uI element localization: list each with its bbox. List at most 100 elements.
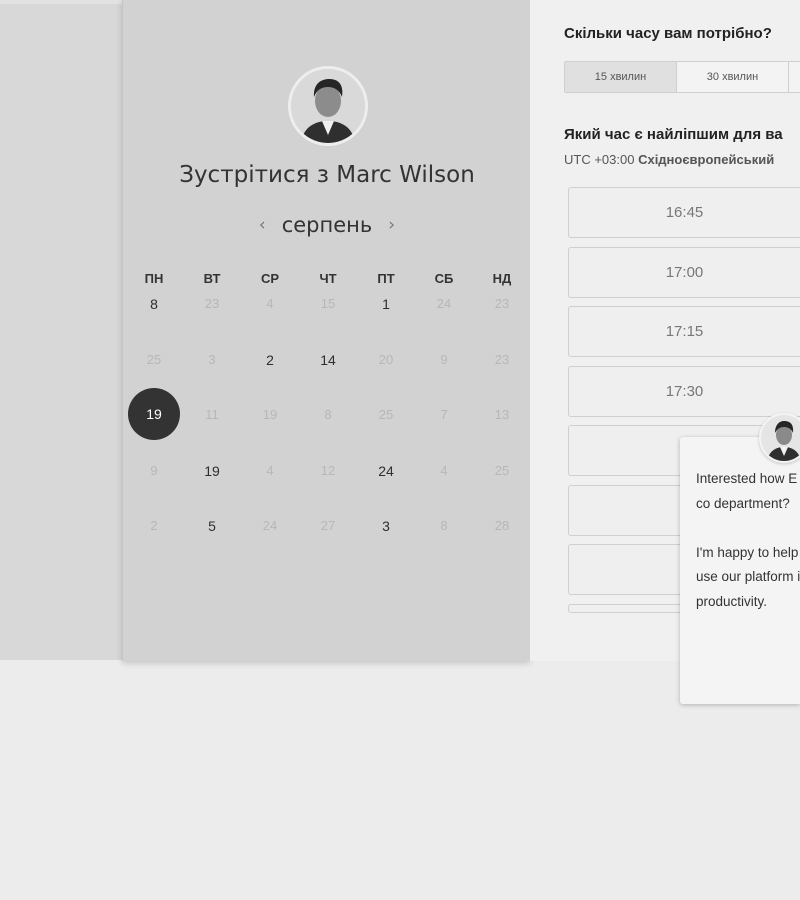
chevron-right-icon[interactable]: › xyxy=(388,215,395,235)
calendar-day[interactable]: 14 xyxy=(299,347,357,403)
day-number: 7 xyxy=(440,407,448,422)
time-slot-button[interactable]: 17:00 xyxy=(568,246,800,298)
calendar-day[interactable]: 19 xyxy=(183,458,241,514)
weekday-label: НД xyxy=(492,271,512,286)
calendar-day: 25 xyxy=(473,458,531,514)
day-number: 24 xyxy=(378,462,394,479)
day-number: 1 xyxy=(382,296,390,312)
time-slot-button[interactable]: 17:30 xyxy=(568,365,800,417)
month-navigation: ‹ серпень › xyxy=(123,211,531,239)
month-label: серпень xyxy=(281,213,373,237)
day-number: 20 xyxy=(378,351,394,367)
best-time-question: Який час є найліпшим для ва xyxy=(564,126,783,143)
day-number: 12 xyxy=(320,462,336,478)
day-number: 2 xyxy=(266,351,274,368)
calendar-day: 2 xyxy=(125,513,183,569)
day-number: 11 xyxy=(205,407,219,422)
calendar-day: 23 xyxy=(183,291,241,347)
day-number: 25 xyxy=(378,407,394,422)
day-number: 23 xyxy=(494,351,510,367)
calendar-day: 24 xyxy=(241,513,299,569)
calendar-grid: 8234151242325321420923191119825713919412… xyxy=(125,291,531,569)
calendar-day: 28 xyxy=(473,513,531,569)
calendar-day[interactable]: 3 xyxy=(357,513,415,569)
day-number: 15 xyxy=(320,296,336,311)
day-number: 25 xyxy=(146,351,162,367)
calendar-week: 8 23 4 15 1 24 23 xyxy=(125,291,531,347)
calendar-day[interactable]: 24 xyxy=(357,458,415,514)
day-number: 5 xyxy=(208,518,216,534)
day-number: 3 xyxy=(208,351,216,367)
calendar-day: 9 xyxy=(415,347,473,403)
meeting-calendar-panel: Зустрітися з Marc Wilson ‹ серпень › ПН В… xyxy=(122,0,530,661)
weekday-label: ВТ xyxy=(203,271,221,286)
host-avatar xyxy=(288,66,368,146)
timezone-offset: UTC +03:00 xyxy=(564,152,635,167)
day-number: 8 xyxy=(324,407,332,422)
duration-option[interactable] xyxy=(789,62,800,92)
calendar-day: 27 xyxy=(299,513,357,569)
calendar-day[interactable]: 2 xyxy=(241,347,299,403)
day-number: 4 xyxy=(266,296,274,311)
chat-popup[interactable]: Interested how E Management co departmen… xyxy=(680,437,800,704)
chevron-left-icon[interactable]: ‹ xyxy=(259,215,266,235)
weekday-label: СБ xyxy=(434,271,454,286)
selected-day-circle[interactable]: 19 xyxy=(128,388,180,440)
duration-selector: 15 хвилин 30 хвилин xyxy=(564,61,800,93)
duration-option[interactable]: 30 хвилин xyxy=(677,62,789,92)
day-number: 19 xyxy=(204,462,220,479)
calendar-day: 13 xyxy=(473,402,531,458)
calendar-day: 25 xyxy=(357,402,415,458)
calendar-day: 4 xyxy=(241,458,299,514)
time-slot-button[interactable]: 16:45 xyxy=(568,187,800,238)
timezone-name[interactable]: Східноєвропейський xyxy=(638,152,774,167)
weekday-label: ПТ xyxy=(377,271,395,286)
day-number: 4 xyxy=(440,462,448,478)
calendar-day[interactable]: 5 xyxy=(183,513,241,569)
calendar-day: 7 xyxy=(415,402,473,458)
calendar-day[interactable]: 1 xyxy=(357,291,415,347)
calendar-week: 191119825713 xyxy=(125,402,531,458)
calendar-day: 11 xyxy=(183,402,241,458)
weekday-label: СР xyxy=(260,271,280,286)
person-icon xyxy=(291,69,365,143)
person-icon xyxy=(761,415,800,461)
day-number: 24 xyxy=(436,296,452,311)
calendar-day: 20 xyxy=(357,347,415,403)
chat-message: Interested how E Management co departmen… xyxy=(696,471,800,609)
calendar-day: 24 xyxy=(415,291,473,347)
calendar-day: 3 xyxy=(183,347,241,403)
day-number: 8 xyxy=(440,518,448,533)
duration-option[interactable]: 15 хвилин xyxy=(565,62,677,92)
weekday-header: ПН ВТ СР ЧТ ПТ СБ НД xyxy=(125,271,531,286)
calendar-day: 8 xyxy=(415,513,473,569)
weekday-label: ПН xyxy=(144,271,164,286)
day-number: 23 xyxy=(494,296,510,311)
calendar-day: 4 xyxy=(415,458,473,514)
weekday-label: ЧТ xyxy=(319,271,337,286)
calendar-day: 8 xyxy=(299,402,357,458)
day-number: 3 xyxy=(382,518,390,534)
calendar-week: 2 5 24 27 3 8 28 xyxy=(125,513,531,569)
day-number: 2 xyxy=(150,518,158,533)
calendar-day[interactable]: 8 xyxy=(125,291,183,347)
day-number: 28 xyxy=(494,518,510,533)
calendar-day: 19 xyxy=(241,402,299,458)
time-slot-button[interactable]: 17:15 xyxy=(568,306,800,357)
day-number: 14 xyxy=(320,351,336,368)
calendar-day: 23 xyxy=(473,347,531,403)
day-number: 13 xyxy=(494,407,510,422)
day-number: 25 xyxy=(494,462,510,478)
duration-question: Скільки часу вам потрібно? xyxy=(564,25,772,42)
timezone-line: UTC +03:00 Східноєвропейський xyxy=(564,152,774,167)
calendar-day: 23 xyxy=(473,291,531,347)
meeting-title: Зустрітися з Marc Wilson xyxy=(179,162,475,188)
calendar-day: 12 xyxy=(299,458,357,514)
calendar-day: 9 xyxy=(125,458,183,514)
day-number: 4 xyxy=(266,462,274,478)
day-number: 9 xyxy=(150,462,158,478)
day-number: 9 xyxy=(440,351,448,367)
day-number: 19 xyxy=(262,407,278,422)
day-number: 24 xyxy=(262,518,278,533)
calendar-week: 25 3 2 14 20 9 23 xyxy=(125,347,531,403)
